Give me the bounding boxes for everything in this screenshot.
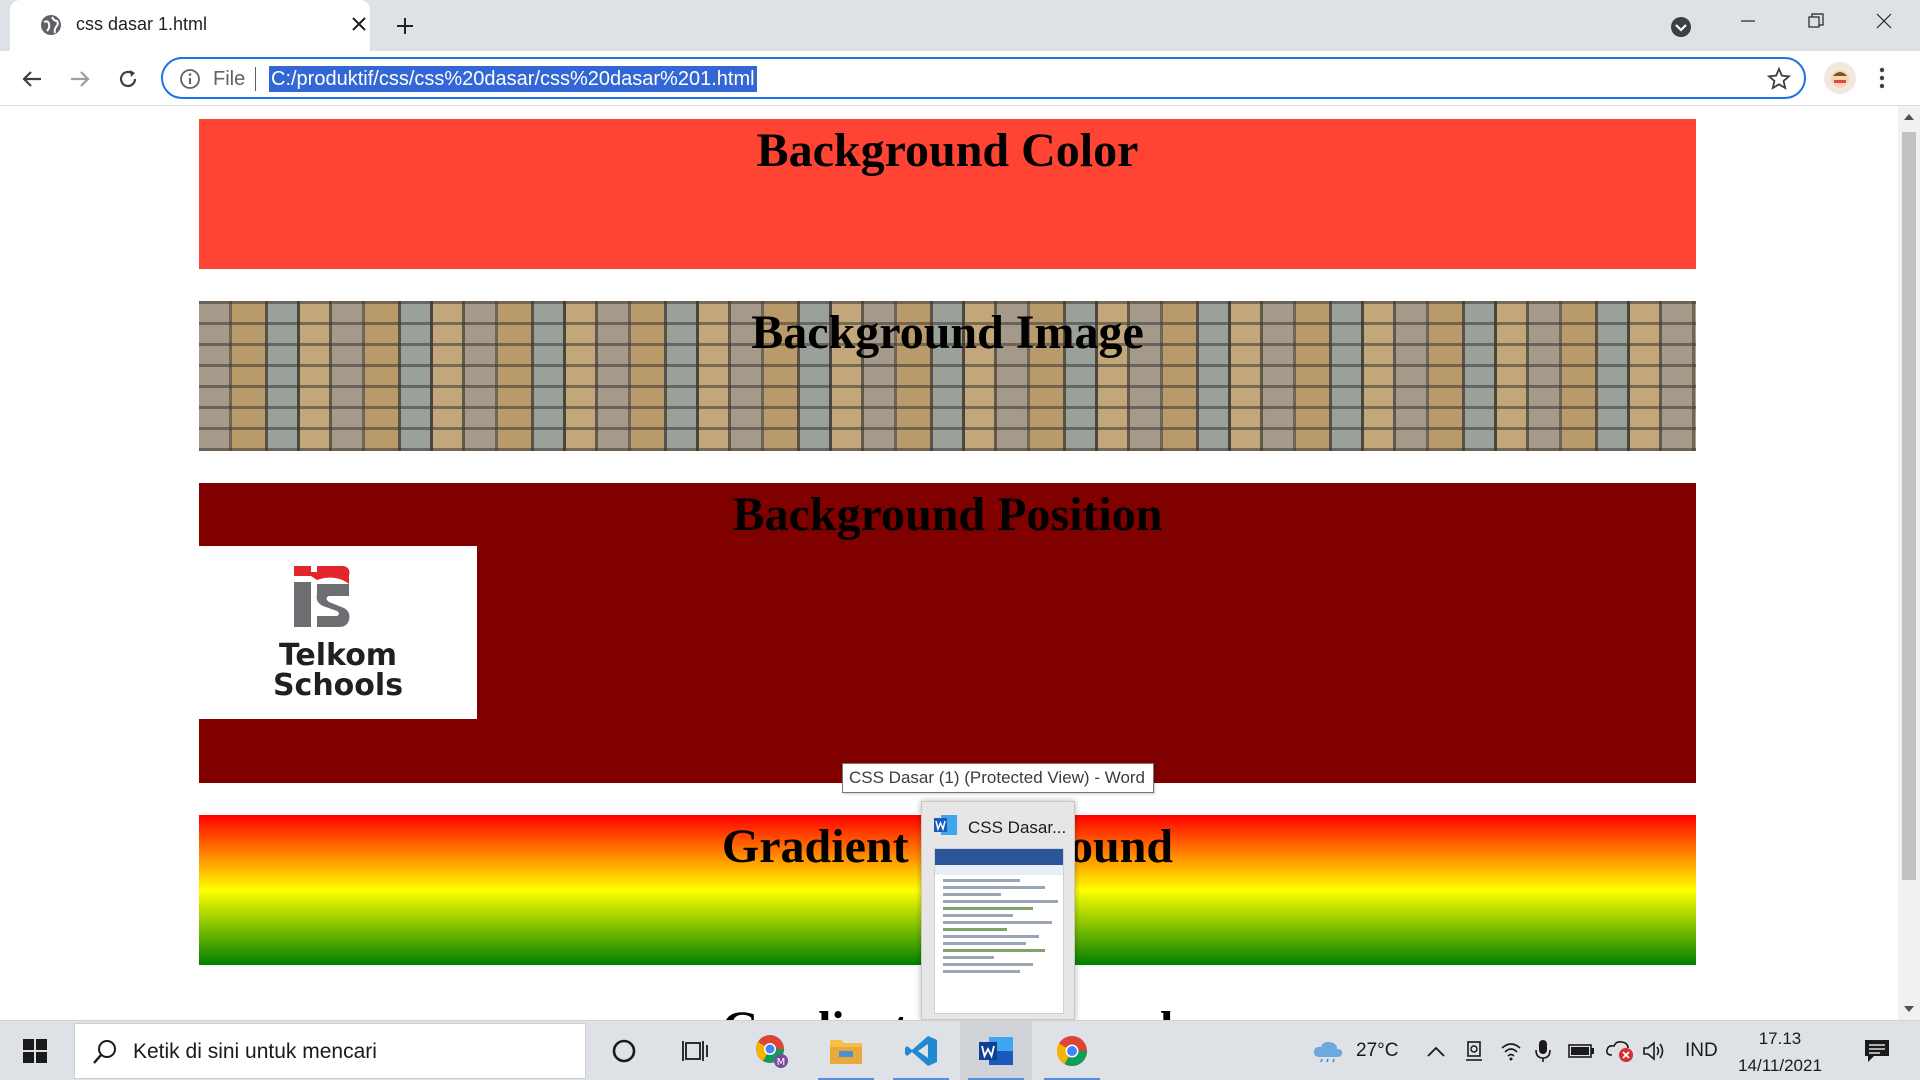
globe-icon [40, 14, 62, 36]
chrome-profile-icon[interactable]: M [736, 1021, 808, 1080]
scheme-label: File [213, 68, 246, 90]
minimize-icon[interactable] [1726, 6, 1770, 36]
weather-widget[interactable]: 27°C [1312, 1021, 1398, 1080]
cloud-rain-icon [1313, 1041, 1343, 1063]
show-hidden-icons-chevron-icon[interactable] [1427, 1021, 1445, 1080]
windows-taskbar: Ketik di sini untuk mencari M 27°C IND 1… [0, 1020, 1920, 1080]
profile-avatar[interactable] [1824, 62, 1856, 94]
microphone-icon[interactable] [1535, 1021, 1551, 1080]
taskbar-search-box[interactable]: Ketik di sini untuk mencari [74, 1023, 586, 1079]
section-heading: Background Image [751, 306, 1144, 359]
section-background-position: Background Position Telkom Schools [199, 483, 1696, 783]
telkom-schools-logo: Telkom Schools [199, 546, 477, 719]
info-icon[interactable] [179, 68, 201, 90]
task-view-icon[interactable] [660, 1021, 732, 1080]
logo-line-2: Schools [273, 668, 403, 703]
thumbnail-header: CSS Dasar... [934, 814, 1066, 841]
close-window-icon[interactable] [1862, 6, 1906, 36]
windows-start-icon[interactable] [0, 1021, 70, 1080]
clock-time: 17.13 [1758, 1029, 1802, 1048]
reload-icon[interactable] [110, 61, 146, 97]
bookmark-star-icon[interactable] [1766, 66, 1792, 92]
chrome-icon[interactable] [1036, 1021, 1108, 1080]
word-icon[interactable] [960, 1021, 1032, 1080]
word-window-tooltip: CSS Dasar (1) (Protected View) - Word [842, 763, 1154, 793]
new-tab-icon[interactable] [390, 11, 420, 41]
search-icon [91, 1038, 119, 1066]
word-icon [934, 814, 958, 841]
scroll-down-arrow-icon[interactable] [1898, 998, 1920, 1020]
thumbnail-document-preview [934, 848, 1064, 1014]
notification-center-icon[interactable] [1852, 1021, 1902, 1080]
svg-text:M: M [777, 1057, 786, 1068]
vertical-scrollbar[interactable] [1898, 106, 1920, 1020]
close-tab-icon[interactable] [346, 11, 372, 37]
wifi-icon[interactable] [1500, 1021, 1522, 1080]
scroll-up-arrow-icon[interactable] [1898, 106, 1920, 128]
section-heading: Background Color [756, 124, 1139, 177]
tab-title: css dasar 1.html [76, 14, 208, 34]
section-background-image: Background Image [199, 301, 1696, 451]
word-window-thumbnail[interactable]: CSS Dasar... [921, 801, 1075, 1020]
meet-now-icon[interactable] [1464, 1021, 1484, 1080]
tab-strip: css dasar 1.html [0, 0, 1920, 51]
section-background-color: Background Color [199, 119, 1696, 269]
vscode-icon[interactable] [885, 1021, 957, 1080]
forward-arrow-icon[interactable] [62, 61, 98, 97]
temperature-text: 27°C [1356, 1040, 1399, 1061]
section-heading: Background Position [732, 488, 1163, 541]
language-indicator[interactable]: IND [1685, 1021, 1718, 1080]
scrollbar-thumb[interactable] [1902, 132, 1916, 880]
menu-kebab-icon[interactable] [1872, 63, 1892, 93]
restore-icon[interactable] [1794, 6, 1838, 36]
search-placeholder: Ketik di sini untuk mencari [133, 1040, 377, 1063]
cortana-icon[interactable] [588, 1021, 660, 1080]
clock-date: 14/11/2021 [1738, 1056, 1822, 1075]
file-explorer-icon[interactable] [810, 1021, 882, 1080]
browser-tab[interactable]: css dasar 1.html [10, 0, 370, 51]
address-bar[interactable]: File C:/produktif/css/css%20dasar/css%20… [161, 57, 1806, 99]
divider [255, 67, 256, 91]
volume-icon[interactable] [1642, 1021, 1666, 1080]
tab-search-icon[interactable] [1666, 12, 1696, 42]
clock[interactable]: 17.13 14/11/2021 [1730, 1025, 1830, 1079]
back-arrow-icon[interactable] [14, 61, 50, 97]
network-error-icon[interactable] [1606, 1021, 1634, 1080]
battery-icon[interactable] [1568, 1021, 1596, 1080]
url-text[interactable]: C:/produktif/css/css%20dasar/css%20dasar… [269, 66, 757, 92]
browser-toolbar: File C:/produktif/css/css%20dasar/css%20… [0, 51, 1920, 106]
thumbnail-title: CSS Dasar... [968, 817, 1067, 837]
